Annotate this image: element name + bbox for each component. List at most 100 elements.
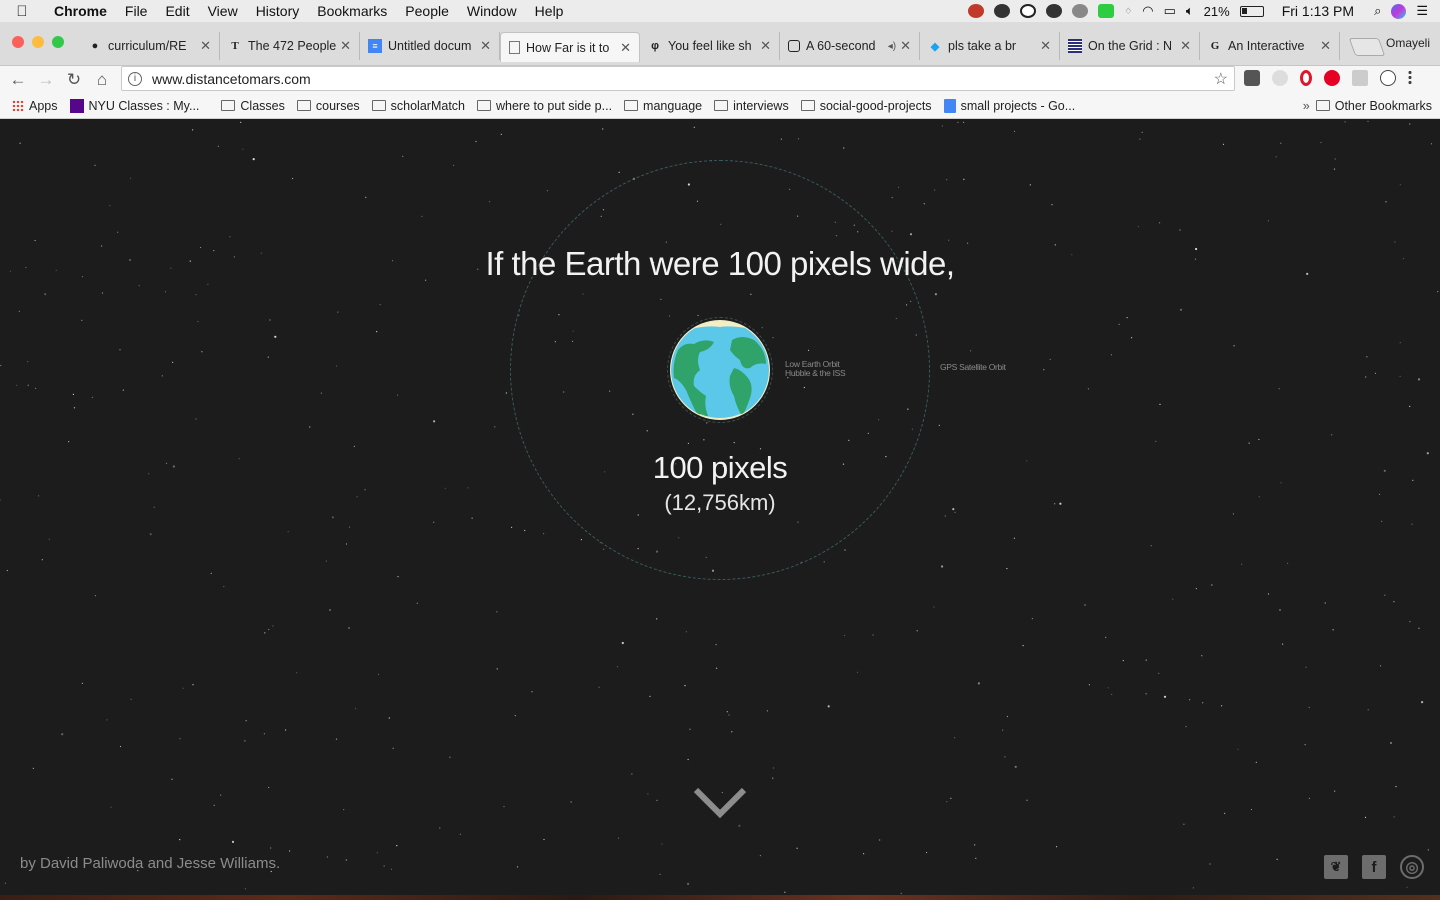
extension-icon[interactable] xyxy=(1272,70,1288,86)
bookmark-star-icon[interactable]: ☆ xyxy=(1214,69,1228,89)
bookmark-nyu-classes[interactable]: NYU Classes : My... xyxy=(69,98,199,113)
new-tab-button[interactable] xyxy=(1348,38,1386,56)
bookmark-folder-classes[interactable]: Classes xyxy=(221,99,285,113)
bookmark-folder-social-good[interactable]: social-good-projects xyxy=(800,99,932,113)
star xyxy=(602,128,604,130)
docker-icon[interactable] xyxy=(994,4,1011,18)
siri-icon[interactable] xyxy=(1391,3,1407,19)
star xyxy=(796,847,798,849)
bookmark-folder-courses[interactable]: courses xyxy=(296,99,360,113)
info-extension-icon[interactable] xyxy=(1380,70,1396,86)
menu-help[interactable]: Help xyxy=(526,3,573,19)
back-arrow-icon[interactable]: ← xyxy=(4,70,32,90)
tab-twitter[interactable]: ◆ pls take a br ✕ xyxy=(920,32,1060,60)
tab-close-icon[interactable]: ✕ xyxy=(1320,38,1331,54)
menu-edit[interactable]: Edit xyxy=(156,3,198,19)
tab-60-second[interactable]: A 60-second ◂) ✕ xyxy=(780,32,920,60)
site-info-icon[interactable]: i xyxy=(128,71,142,86)
battery-percent[interactable]: 21% xyxy=(1204,4,1230,19)
star xyxy=(1222,143,1225,145)
spotlight-icon[interactable]: ⌕ xyxy=(1374,3,1381,19)
menu-people[interactable]: People xyxy=(396,3,458,19)
window-close-button[interactable] xyxy=(12,36,24,48)
menu-view[interactable]: View xyxy=(199,3,247,19)
bookmark-other-bookmarks[interactable]: Other Bookmarks xyxy=(1315,99,1432,113)
star xyxy=(1237,748,1239,750)
tab-close-icon[interactable]: ✕ xyxy=(900,38,911,54)
notification-center-icon[interactable]: ☰ xyxy=(1416,3,1428,19)
star xyxy=(1393,816,1395,818)
airplay-icon[interactable]: ▭ xyxy=(1164,3,1176,19)
pocket-icon[interactable] xyxy=(1244,70,1260,86)
tab-quora[interactable]: φ You feel like sh ✕ xyxy=(640,32,780,60)
address-bar[interactable]: i www.distancetomars.com ☆ xyxy=(121,66,1235,91)
tab-close-icon[interactable]: ✕ xyxy=(1180,38,1191,54)
opera-status-icon[interactable] xyxy=(1020,4,1037,18)
tab-on-the-grid[interactable]: On the Grid : N ✕ xyxy=(1060,32,1200,60)
star xyxy=(659,873,661,875)
bookmark-folder-interviews[interactable]: interviews xyxy=(714,99,789,113)
tab-close-icon[interactable]: ✕ xyxy=(620,40,631,56)
speaker-icon[interactable]: ◂) xyxy=(888,41,896,52)
star xyxy=(320,392,322,394)
apple-menu-icon[interactable]:  xyxy=(0,3,44,20)
wifi-icon[interactable]: ◠ xyxy=(1142,3,1153,19)
star xyxy=(950,797,952,799)
tab-close-icon[interactable]: ✕ xyxy=(1040,38,1051,54)
url-text[interactable]: www.distancetomars.com xyxy=(152,71,311,87)
menu-file[interactable]: File xyxy=(116,3,157,19)
tab-distance-to-mars[interactable]: How Far is it to ✕ xyxy=(500,32,640,62)
twitter-share-icon[interactable]: ❦ xyxy=(1324,855,1348,879)
extension-grey-icon[interactable] xyxy=(1352,70,1368,86)
window-maximize-button[interactable] xyxy=(52,36,64,48)
bluetooth-icon[interactable]: ᛜ xyxy=(1124,4,1132,19)
menu-bookmarks[interactable]: Bookmarks xyxy=(308,3,396,19)
bookmark-small-projects[interactable]: small projects - Go... xyxy=(943,98,1075,113)
tab-interactive[interactable]: G An Interactive ✕ xyxy=(1200,32,1340,60)
tab-untitled-document[interactable]: ≡ Untitled docum ✕ xyxy=(360,32,500,60)
profile-button[interactable]: Omayeli xyxy=(1386,36,1430,50)
tab-close-icon[interactable]: ✕ xyxy=(340,38,351,54)
window-minimize-button[interactable] xyxy=(32,36,44,48)
chevron-down-icon[interactable] xyxy=(692,784,748,820)
menu-history[interactable]: History xyxy=(247,3,309,19)
star xyxy=(1364,816,1367,819)
star xyxy=(1399,375,1401,377)
cloud-icon[interactable] xyxy=(1046,4,1063,18)
star xyxy=(516,866,519,868)
bookmarks-overflow-button[interactable]: » xyxy=(1303,99,1310,113)
reload-icon[interactable]: ↻ xyxy=(60,70,88,90)
bookmark-folder-manguage[interactable]: manguage xyxy=(624,99,702,113)
star xyxy=(496,611,498,613)
tab-close-icon[interactable]: ✕ xyxy=(480,38,491,54)
pinterest-icon[interactable] xyxy=(1324,70,1340,86)
star xyxy=(149,533,152,536)
tab-472-people[interactable]: T The 472 People ✕ xyxy=(220,32,360,60)
menu-app-chrome[interactable]: Chrome xyxy=(44,3,116,19)
star xyxy=(1022,645,1024,647)
star xyxy=(977,682,981,685)
creative-cloud-icon[interactable] xyxy=(968,4,985,18)
battery-icon[interactable] xyxy=(1239,5,1264,17)
facebook-share-icon[interactable]: f xyxy=(1362,855,1386,879)
opera-icon[interactable] xyxy=(1300,70,1312,86)
tab-close-icon[interactable]: ✕ xyxy=(760,38,771,54)
clock[interactable]: Fri 1:13 PM xyxy=(1282,3,1354,19)
dribbble-icon[interactable]: ◎ xyxy=(1400,855,1424,879)
bookmark-apps[interactable]: Apps xyxy=(12,99,58,113)
bookmark-folder-scholarmatch[interactable]: scholarMatch xyxy=(371,99,465,113)
bookmark-folder-side-projects[interactable]: where to put side p... xyxy=(477,99,612,113)
menu-window[interactable]: Window xyxy=(458,3,526,19)
evernote-icon[interactable] xyxy=(1098,4,1115,18)
chrome-menu-icon[interactable] xyxy=(1408,70,1412,86)
home-icon[interactable]: ⌂ xyxy=(88,70,116,90)
star xyxy=(684,685,686,687)
star xyxy=(348,627,350,629)
tab-curriculum[interactable]: ● curriculum/RE ✕ xyxy=(80,32,220,60)
star xyxy=(264,632,266,634)
tab-close-icon[interactable]: ✕ xyxy=(200,38,211,54)
volume-icon[interactable]: 🔈︎ xyxy=(1186,3,1194,19)
dropbox-icon[interactable] xyxy=(1072,4,1089,18)
credits-text[interactable]: by David Paliwoda and Jesse Williams. xyxy=(20,855,280,872)
forward-arrow-icon[interactable]: → xyxy=(32,70,60,90)
